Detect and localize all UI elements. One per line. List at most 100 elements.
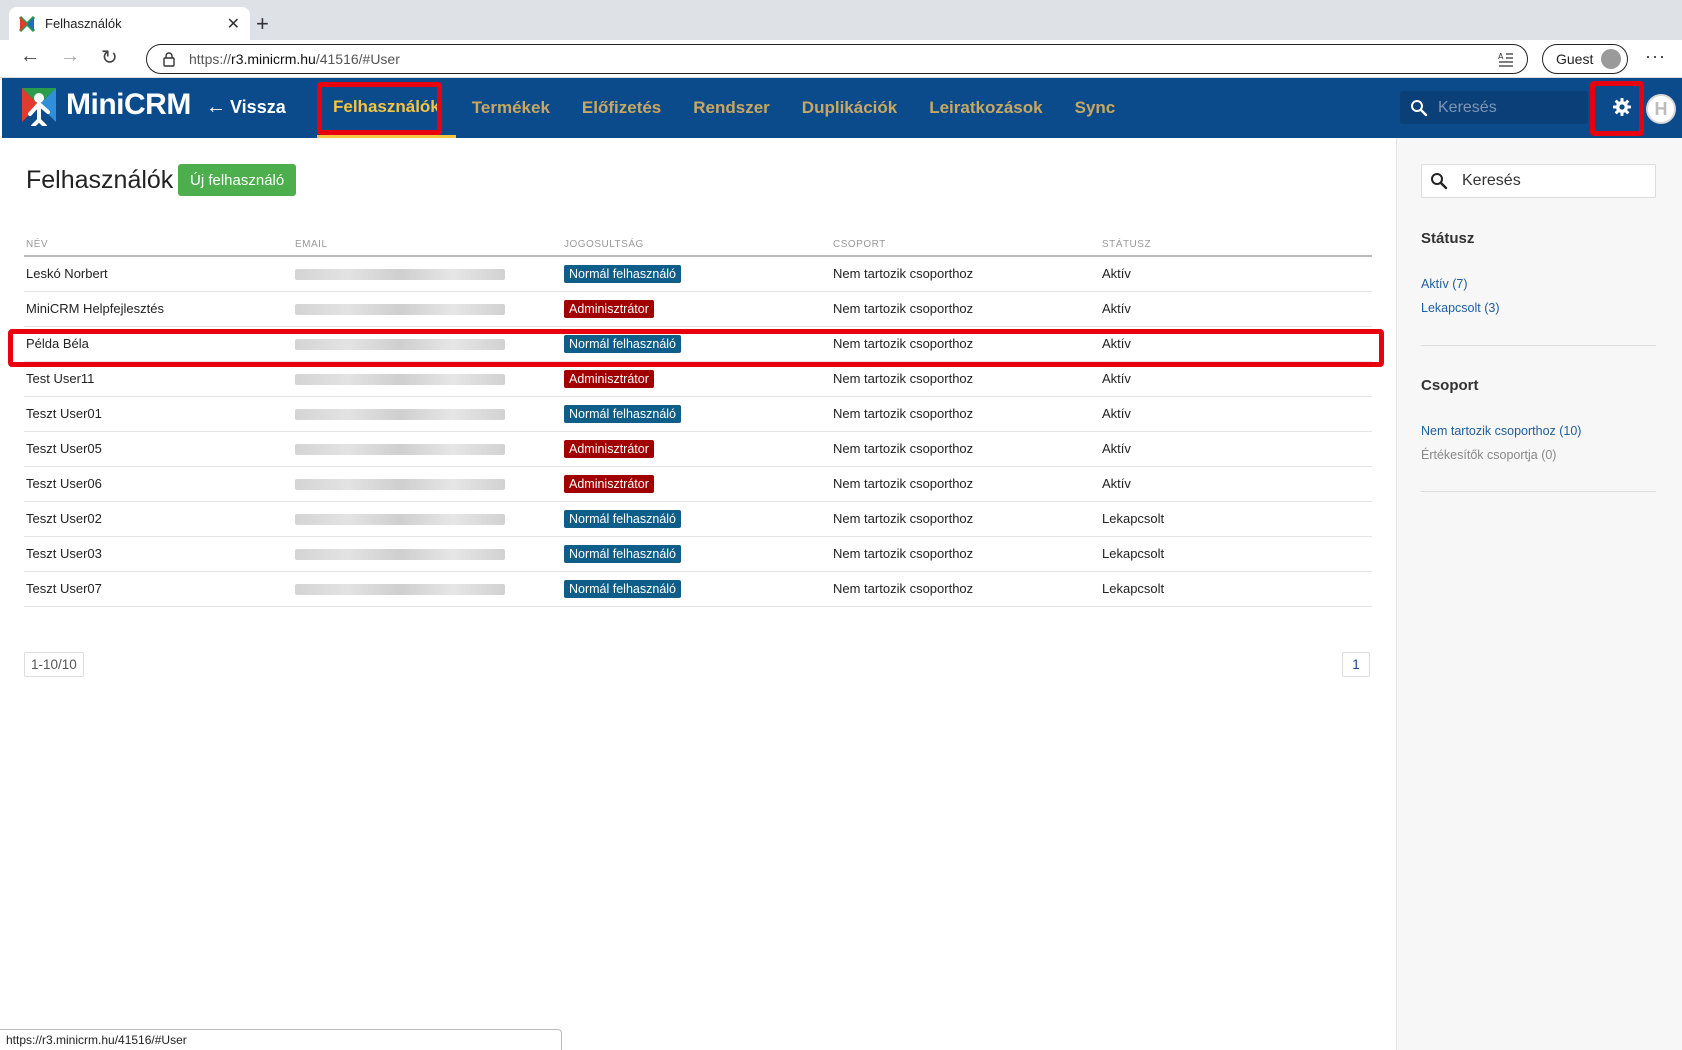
table-row[interactable]: Teszt User01 Normál felhasználó Nem tart… bbox=[24, 396, 1372, 432]
profile-button[interactable]: Guest bbox=[1542, 44, 1628, 74]
url-prefix: https:// bbox=[189, 51, 232, 67]
column-header-group[interactable]: CSOPORT bbox=[831, 234, 1100, 257]
user-name[interactable]: Teszt User06 bbox=[24, 466, 293, 502]
role-badge: Adminisztrátor bbox=[564, 474, 654, 493]
status-cell: Aktív bbox=[1100, 291, 1372, 327]
reload-icon[interactable]: ↻ bbox=[101, 45, 118, 70]
browser-tab-title: Felhasználók bbox=[45, 16, 122, 31]
blurred-email bbox=[295, 549, 505, 561]
blurred-email bbox=[295, 304, 505, 316]
table-row[interactable]: Teszt User06 Adminisztrátor Nem tartozik… bbox=[24, 466, 1372, 502]
nav-tab-leiratkozasok[interactable]: Leiratkozások bbox=[913, 78, 1058, 138]
group-filter-heading: Csoport bbox=[1421, 377, 1479, 394]
column-header-role[interactable]: JOGOSULTSÁG bbox=[562, 234, 831, 257]
sidebar-search-placeholder: Keresés bbox=[1462, 172, 1521, 189]
logo-text: MiniCRM bbox=[66, 88, 191, 121]
role-badge: Normál felhasználó bbox=[564, 544, 681, 563]
forward-arrow-icon[interactable]: → bbox=[60, 45, 80, 68]
link-status-bar: https://r3.minicrm.hu/41516/#User bbox=[0, 1029, 562, 1050]
role-cell: Normál felhasználó bbox=[562, 256, 831, 292]
user-name[interactable]: Leskó Norbert bbox=[24, 256, 293, 292]
blurred-email bbox=[295, 374, 505, 386]
user-name[interactable]: Teszt User05 bbox=[24, 431, 293, 467]
profile-label: Guest bbox=[1556, 51, 1594, 67]
role-badge: Adminisztrátor bbox=[564, 369, 654, 388]
role-badge: Normál felhasználó bbox=[564, 509, 681, 528]
role-cell: Adminisztrátor bbox=[562, 466, 831, 502]
column-header-email[interactable]: EMAIL bbox=[293, 234, 562, 257]
column-header-status[interactable]: STÁTUSZ bbox=[1100, 234, 1372, 257]
status-cell: Aktív bbox=[1100, 466, 1372, 502]
arrow-left-icon: ← bbox=[206, 96, 226, 118]
immersive-reader-icon[interactable]: A bbox=[1497, 50, 1515, 68]
role-badge: Normál felhasználó bbox=[564, 579, 681, 598]
browser-tab[interactable]: Felhasználók ✕ bbox=[9, 7, 250, 40]
table-row[interactable]: Teszt User02 Normál felhasználó Nem tart… bbox=[24, 501, 1372, 537]
group-cell: Nem tartozik csoporthoz bbox=[831, 431, 1100, 467]
group-cell: Nem tartozik csoporthoz bbox=[831, 256, 1100, 292]
table-row[interactable]: Teszt User03 Normál felhasználó Nem tart… bbox=[24, 536, 1372, 572]
highlight-box-settings bbox=[1590, 81, 1644, 136]
browser-toolbar: ← → ↻ https://r3.minicrm.hu/41516/#User … bbox=[0, 40, 1682, 78]
table-row[interactable]: Leskó Norbert Normál felhasználó Nem tar… bbox=[24, 256, 1372, 292]
minicrm-logo-icon bbox=[22, 88, 56, 126]
new-user-button[interactable]: Új felhasználó bbox=[178, 164, 297, 196]
minicrm-logo[interactable]: MiniCRM bbox=[18, 84, 191, 126]
user-name[interactable]: Teszt User07 bbox=[24, 571, 293, 607]
group-cell: Nem tartozik csoporthoz bbox=[831, 501, 1100, 537]
blurred-email bbox=[295, 584, 505, 596]
svg-text:A: A bbox=[1498, 52, 1504, 61]
blurred-email bbox=[295, 514, 505, 526]
group-filter-sales[interactable]: Értékesítők csoportja (0) bbox=[1421, 448, 1556, 462]
column-header-name[interactable]: NÉV bbox=[24, 234, 293, 257]
status-cell: Lekapcsolt bbox=[1100, 536, 1372, 572]
table-row[interactable]: MiniCRM Helpfejlesztés Adminisztrátor Ne… bbox=[24, 291, 1372, 327]
nav-tab-duplikaciok[interactable]: Duplikációk bbox=[786, 78, 913, 138]
back-link[interactable]: ← Vissza bbox=[206, 96, 286, 119]
status-filter-lekapcsolt[interactable]: Lekapcsolt (3) bbox=[1421, 301, 1500, 315]
user-name[interactable]: Teszt User01 bbox=[24, 396, 293, 432]
new-tab-icon[interactable]: + bbox=[256, 11, 269, 37]
sidebar-search-input[interactable]: Keresés bbox=[1421, 164, 1656, 198]
blurred-email bbox=[295, 269, 505, 281]
user-name[interactable]: Teszt User02 bbox=[24, 501, 293, 537]
group-cell: Nem tartozik csoporthoz bbox=[831, 536, 1100, 572]
role-cell: Adminisztrátor bbox=[562, 291, 831, 327]
back-label: Vissza bbox=[230, 97, 286, 117]
role-badge: Adminisztrátor bbox=[564, 299, 654, 318]
email-cell bbox=[293, 431, 562, 467]
user-name[interactable]: MiniCRM Helpfejlesztés bbox=[24, 291, 293, 327]
status-cell: Aktív bbox=[1100, 396, 1372, 432]
close-tab-icon[interactable]: ✕ bbox=[227, 14, 240, 34]
table-row[interactable]: Teszt User05 Adminisztrátor Nem tartozik… bbox=[24, 431, 1372, 467]
role-cell: Normál felhasználó bbox=[562, 536, 831, 572]
header-search-input[interactable]: Keresés bbox=[1400, 91, 1588, 124]
pagination-page-button[interactable]: 1 bbox=[1342, 652, 1370, 677]
pagination-range: 1-10/10 bbox=[24, 652, 84, 677]
browser-tabstrip: Felhasználók ✕ + bbox=[0, 0, 1682, 40]
nav-tab-rendszer[interactable]: Rendszer bbox=[677, 78, 786, 138]
role-badge: Adminisztrátor bbox=[564, 439, 654, 458]
nav-tab-sync[interactable]: Sync bbox=[1059, 78, 1132, 138]
user-name[interactable]: Teszt User03 bbox=[24, 536, 293, 572]
app-header: MiniCRM ← Vissza Felhasználók Termékek E… bbox=[2, 78, 1682, 138]
table-row[interactable]: Teszt User07 Normál felhasználó Nem tart… bbox=[24, 571, 1372, 607]
highlight-box-row bbox=[8, 329, 1384, 367]
status-cell: Aktív bbox=[1100, 256, 1372, 292]
nav-tab-elofizetes[interactable]: Előfizetés bbox=[566, 78, 677, 138]
address-bar[interactable]: https://r3.minicrm.hu/41516/#User A bbox=[146, 44, 1528, 74]
filter-sidebar: Keresés Státusz Aktív (7) Lekapcsolt (3)… bbox=[1396, 138, 1682, 1050]
status-cell: Aktív bbox=[1100, 431, 1372, 467]
email-cell bbox=[293, 396, 562, 432]
more-menu-icon[interactable]: ··· bbox=[1645, 46, 1666, 67]
group-cell: Nem tartozik csoporthoz bbox=[831, 396, 1100, 432]
group-cell: Nem tartozik csoporthoz bbox=[831, 291, 1100, 327]
sidebar-divider bbox=[1421, 491, 1656, 492]
group-cell: Nem tartozik csoporthoz bbox=[831, 466, 1100, 502]
back-arrow-icon[interactable]: ← bbox=[20, 45, 40, 68]
status-filter-aktiv[interactable]: Aktív (7) bbox=[1421, 277, 1468, 291]
nav-tab-termekek[interactable]: Termékek bbox=[456, 78, 566, 138]
user-avatar[interactable]: H bbox=[1646, 94, 1676, 124]
group-filter-no-group[interactable]: Nem tartozik csoporthoz (10) bbox=[1421, 424, 1581, 438]
lock-icon bbox=[163, 52, 175, 67]
